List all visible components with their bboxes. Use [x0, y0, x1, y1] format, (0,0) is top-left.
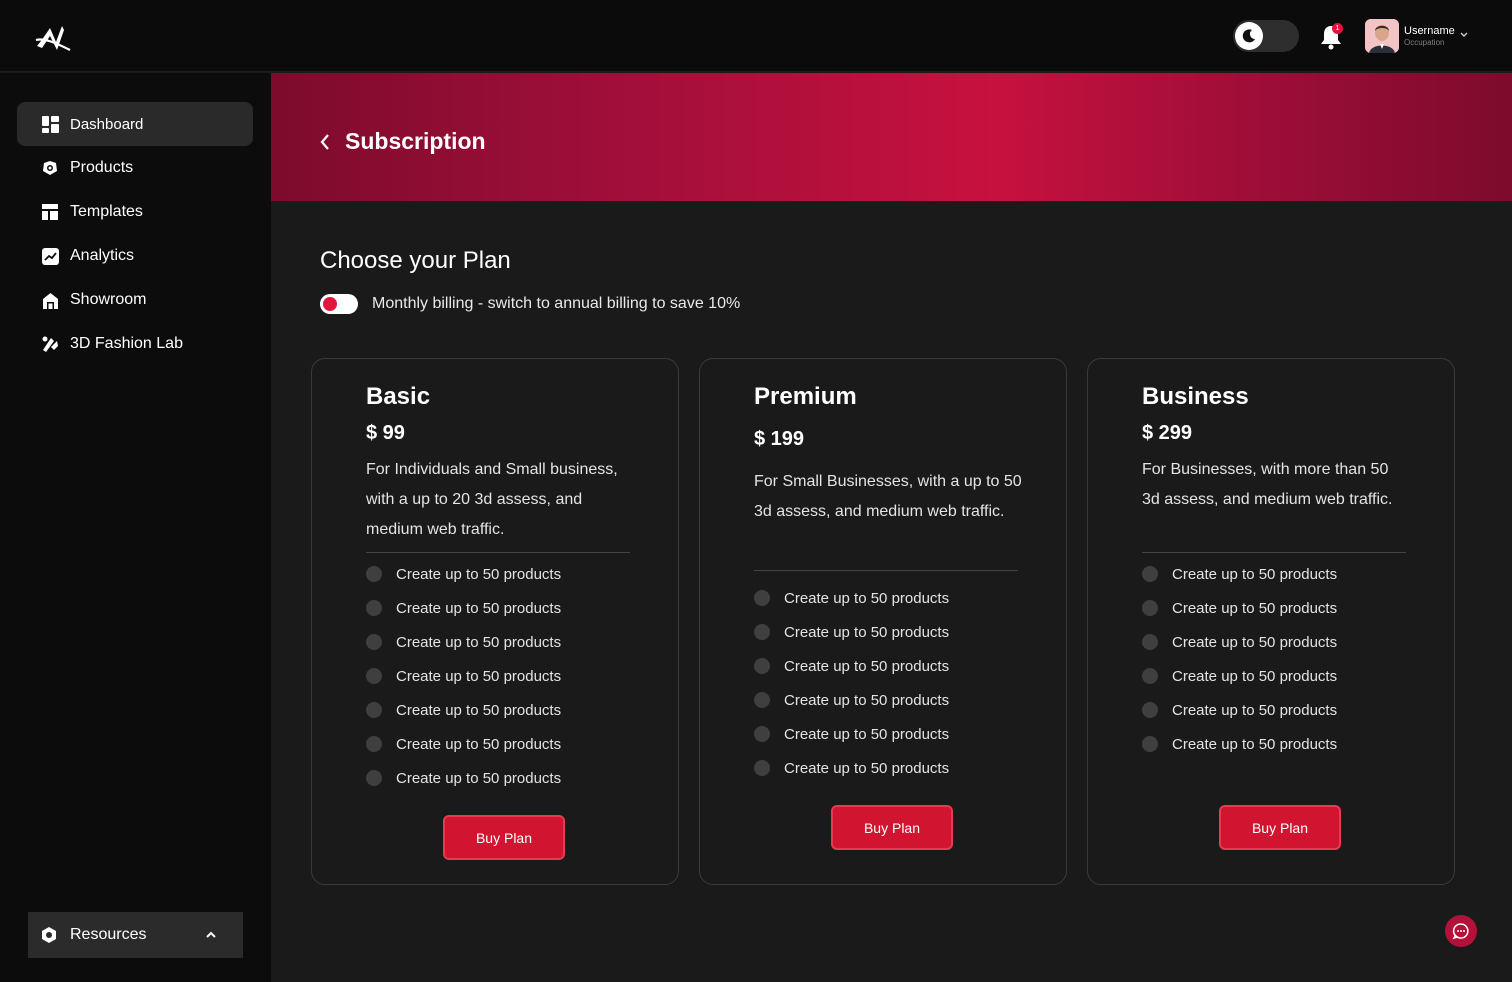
- bullet-icon: [366, 668, 382, 684]
- bullet-icon: [1142, 702, 1158, 718]
- plan-card-premium: Premium $ 199 For Small Businesses, with…: [699, 358, 1067, 885]
- feature-item: Create up to 50 products: [366, 666, 561, 686]
- bullet-icon: [366, 736, 382, 752]
- bullet-icon: [1142, 736, 1158, 752]
- feature-item: Create up to 50 products: [1142, 564, 1337, 584]
- feature-item: Create up to 50 products: [754, 758, 949, 778]
- bullet-icon: [1142, 600, 1158, 616]
- bullet-icon: [1142, 668, 1158, 684]
- moon-icon: [1235, 22, 1263, 50]
- bullet-icon: [754, 624, 770, 640]
- brand-logo-icon[interactable]: [34, 20, 72, 54]
- sidebar-item-templates[interactable]: Templates: [17, 190, 253, 234]
- username-label: Username: [1404, 25, 1455, 37]
- bullet-icon: [1142, 634, 1158, 650]
- feature-item: Create up to 50 products: [366, 734, 561, 754]
- plan-price: $ 299: [1142, 422, 1193, 444]
- sidebar-item-dashboard[interactable]: Dashboard: [17, 102, 253, 146]
- divider: [754, 570, 1018, 571]
- occupation-label: Occupation: [1404, 38, 1445, 47]
- page-header-banner: Subscription: [271, 73, 1512, 201]
- feature-item: Create up to 50 products: [754, 690, 949, 710]
- plan-name: Basic: [366, 383, 431, 410]
- sidebar-item-label: Products: [70, 159, 134, 176]
- feature-item: Create up to 50 products: [366, 632, 561, 652]
- dashboard-icon: [41, 115, 59, 133]
- notification-badge: 1: [1332, 23, 1343, 34]
- avatar[interactable]: [1365, 19, 1399, 53]
- sidebar-item-showroom[interactable]: Showroom: [17, 278, 253, 322]
- top-bar: 1 Username Occupation: [0, 0, 1512, 72]
- sidebar-item-label: Dashboard: [70, 115, 144, 133]
- theme-toggle[interactable]: [1233, 20, 1299, 52]
- bullet-icon: [754, 590, 770, 606]
- sidebar-item-label: Showroom: [70, 291, 147, 308]
- sidebar-item-label: 3D Fashion Lab: [70, 335, 183, 352]
- chat-icon: [1452, 923, 1469, 940]
- plan-description: For Small Businesses, with a up to 50 3d…: [754, 473, 1022, 520]
- sidebar-item-label: Templates: [70, 203, 143, 220]
- divider: [366, 552, 630, 553]
- bullet-icon: [366, 600, 382, 616]
- sidebar-item-3d-fashion-lab[interactable]: 3D Fashion Lab: [17, 322, 253, 366]
- products-icon: [41, 159, 59, 177]
- showroom-icon: [41, 291, 59, 309]
- choose-plan-heading: Choose your Plan: [320, 247, 511, 274]
- sidebar-item-label: Analytics: [70, 247, 135, 264]
- bullet-icon: [1142, 566, 1158, 582]
- bullet-icon: [754, 726, 770, 742]
- billing-toggle[interactable]: [320, 294, 358, 314]
- bullet-icon: [366, 634, 382, 650]
- chat-button[interactable]: [1445, 915, 1477, 947]
- analytics-icon: [41, 247, 59, 265]
- feature-item: Create up to 50 products: [1142, 700, 1337, 720]
- buy-plan-premium-button[interactable]: Buy Plan: [831, 805, 953, 850]
- sidebar: Dashboard Products Templates Analytics S…: [0, 73, 271, 982]
- feature-item: Create up to 50 products: [1142, 598, 1337, 618]
- sidebar-item-analytics[interactable]: Analytics: [17, 234, 253, 278]
- bullet-icon: [366, 770, 382, 786]
- feature-item: Create up to 50 products: [1142, 734, 1337, 754]
- billing-description: Monthly billing - switch to annual billi…: [372, 295, 741, 312]
- back-arrow-icon[interactable]: [318, 131, 332, 153]
- plan-card-business: Business $ 299 For Businesses, with more…: [1087, 358, 1455, 885]
- bullet-icon: [754, 658, 770, 674]
- buy-plan-business-button[interactable]: Buy Plan: [1219, 805, 1341, 850]
- plan-name: Premium: [754, 383, 857, 410]
- plan-price: $ 199: [754, 428, 805, 450]
- feature-item: Create up to 50 products: [366, 564, 561, 584]
- feature-item: Create up to 50 products: [1142, 632, 1337, 652]
- feature-item: Create up to 50 products: [754, 724, 949, 744]
- bullet-icon: [366, 566, 382, 582]
- page-title: Subscription: [345, 128, 486, 154]
- templates-icon: [41, 203, 59, 221]
- plan-description: For Businesses, with more than 50 3d ass…: [1142, 461, 1393, 508]
- feature-item: Create up to 50 products: [366, 768, 561, 788]
- bullet-icon: [754, 760, 770, 776]
- resources-dropdown[interactable]: Resources: [28, 912, 243, 958]
- bullet-icon: [754, 692, 770, 708]
- feature-item: Create up to 50 products: [1142, 666, 1337, 686]
- feature-item: Create up to 50 products: [754, 588, 949, 608]
- buy-plan-basic-button[interactable]: Buy Plan: [443, 815, 565, 860]
- feature-item: Create up to 50 products: [366, 598, 561, 618]
- feature-item: Create up to 50 products: [754, 656, 949, 676]
- plan-price: $ 99: [366, 422, 405, 444]
- feature-item: Create up to 50 products: [754, 622, 949, 642]
- plan-name: Business: [1142, 383, 1249, 410]
- bullet-icon: [366, 702, 382, 718]
- chevron-down-icon[interactable]: [1459, 31, 1469, 39]
- resources-icon: [40, 926, 58, 944]
- resources-label: Resources: [70, 926, 147, 943]
- fashion-lab-icon: [41, 335, 59, 353]
- plan-description: For Individuals and Small business, with…: [366, 461, 618, 538]
- plan-card-basic: Basic $ 99 For Individuals and Small bus…: [311, 358, 679, 885]
- chevron-up-icon: [206, 931, 216, 938]
- divider: [1142, 552, 1406, 553]
- sidebar-item-products[interactable]: Products: [17, 146, 253, 190]
- feature-item: Create up to 50 products: [366, 700, 561, 720]
